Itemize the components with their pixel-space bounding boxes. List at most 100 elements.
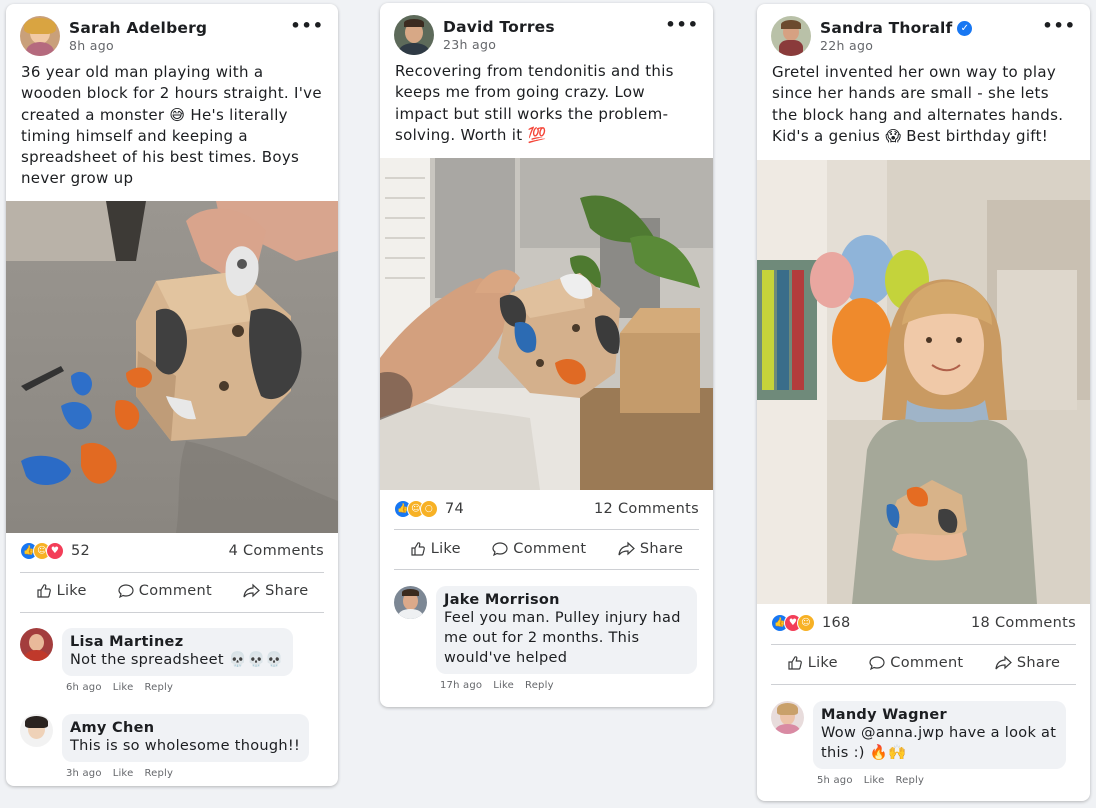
divider: [20, 612, 324, 613]
comment-reply-link[interactable]: Reply: [144, 768, 173, 779]
comment-bubble: Amy Chen This is so wholesome though!!: [62, 714, 310, 762]
commenter-avatar[interactable]: [20, 628, 53, 661]
author-name[interactable]: Sandra Thoralf ✓: [820, 19, 973, 37]
comment-item: Amy Chen This is so wholesome though!! 3…: [20, 714, 324, 779]
comment-like-link[interactable]: Like: [864, 775, 885, 786]
post-card-1: Sarah Adelberg 8h ago ••• 36 year old ma…: [6, 4, 338, 786]
post-text: 36 year old man playing with a wooden bl…: [21, 63, 322, 188]
action-bar: Like Comment Share: [20, 583, 324, 599]
post-card-2: David Torres 23h ago ••• Recovering from…: [380, 3, 713, 707]
post-time[interactable]: 22h ago: [820, 38, 972, 53]
author-avatar[interactable]: [20, 16, 60, 56]
comment-like-link[interactable]: Like: [493, 680, 514, 691]
post-stats: 👍 ☺ ♥ 52 4 Comments: [20, 542, 324, 560]
author-name[interactable]: David Torres: [443, 18, 555, 36]
comment-item: Mandy Wagner Wow @anna.jwp have a look a…: [771, 701, 1076, 786]
comment-button[interactable]: Comment: [492, 541, 586, 557]
comment-bubble: Lisa Martinez Not the spreadsheet 💀💀💀: [62, 628, 293, 676]
thumbs-up-icon: [36, 584, 51, 598]
post-photo[interactable]: [6, 201, 338, 533]
divider: [394, 529, 699, 530]
post-stats: 👍 ♥ ☺ 168 18 Comments: [771, 614, 1076, 632]
author-avatar[interactable]: [394, 15, 434, 55]
comment-time: 5h ago: [817, 775, 853, 786]
share-icon: [618, 541, 635, 556]
comments-count[interactable]: 4 Comments: [229, 543, 324, 559]
post-header: Sandra Thoralf ✓ 22h ago •••: [757, 4, 1090, 58]
comment-icon: [118, 584, 134, 599]
share-icon: [995, 655, 1012, 670]
author-avatar[interactable]: [771, 16, 811, 56]
divider: [771, 644, 1076, 645]
commenter-avatar[interactable]: [771, 701, 804, 734]
post-stats: 👍 ☺ ○ 74 12 Comments: [394, 500, 699, 518]
more-options-icon[interactable]: •••: [290, 16, 324, 35]
reactions-summary[interactable]: 👍 ☺ ○ 74: [394, 500, 464, 518]
comment-like-link[interactable]: Like: [113, 682, 134, 693]
comment-time: 6h ago: [66, 682, 102, 693]
post-photo[interactable]: [380, 158, 713, 490]
comments-count[interactable]: 18 Comments: [971, 615, 1076, 631]
share-button[interactable]: Share: [995, 655, 1060, 671]
post-card-3: Sandra Thoralf ✓ 22h ago ••• Gretel inve…: [757, 4, 1090, 801]
comment-text: Not the spreadsheet 💀💀💀: [70, 652, 284, 668]
share-icon: [243, 583, 260, 598]
wooden-block-photo: [6, 201, 338, 533]
thumbs-up-icon: [411, 542, 425, 556]
divider: [771, 684, 1076, 685]
block-in-hand-photo: [380, 158, 713, 490]
comment-reply-link[interactable]: Reply: [525, 680, 554, 691]
more-options-icon[interactable]: •••: [1042, 16, 1076, 35]
comment-text: This is so wholesome though!!: [70, 738, 301, 754]
comment-reply-link[interactable]: Reply: [895, 775, 924, 786]
action-bar: Like Comment Share: [394, 541, 699, 557]
thumbs-up-icon: [788, 656, 802, 670]
commenter-avatar[interactable]: [394, 586, 427, 619]
comment-text: Wow @anna.jwp have a look at this :) 🔥🙌: [821, 725, 1057, 761]
divider: [394, 569, 699, 570]
share-button[interactable]: Share: [618, 541, 683, 557]
action-bar: Like Comment Share: [771, 655, 1076, 671]
comment-icon: [869, 656, 885, 671]
like-button[interactable]: Like: [410, 541, 461, 557]
commenter-avatar[interactable]: [20, 714, 53, 747]
comment-text: Feel you man. Pulley injury had me out f…: [444, 610, 681, 666]
commenter-name[interactable]: Lisa Martinez: [70, 634, 284, 650]
comment-item: Lisa Martinez Not the spreadsheet 💀💀💀 6h…: [20, 628, 324, 693]
post-time[interactable]: 8h ago: [69, 38, 207, 53]
comments-count[interactable]: 12 Comments: [594, 501, 699, 517]
post-header: Sarah Adelberg 8h ago •••: [6, 4, 338, 58]
comment-reply-link[interactable]: Reply: [144, 682, 173, 693]
author-name[interactable]: Sarah Adelberg: [69, 19, 207, 37]
share-button[interactable]: Share: [243, 583, 308, 599]
like-button[interactable]: Like: [787, 655, 838, 671]
care-reaction-icon: ☺: [797, 614, 815, 632]
comment-bubble: Mandy Wagner Wow @anna.jwp have a look a…: [813, 701, 1066, 769]
wow-reaction-icon: ○: [420, 500, 438, 518]
verified-badge-icon: ✓: [957, 20, 973, 36]
comment-like-link[interactable]: Like: [113, 768, 134, 779]
commenter-name[interactable]: Mandy Wagner: [821, 707, 1057, 723]
divider: [20, 572, 324, 573]
more-options-icon[interactable]: •••: [665, 15, 699, 34]
love-reaction-icon: ♥: [46, 542, 64, 560]
girl-with-block-photo: [757, 160, 1090, 604]
reaction-count: 52: [71, 543, 91, 559]
like-button[interactable]: Like: [36, 583, 87, 599]
post-header: David Torres 23h ago •••: [380, 3, 713, 57]
comment-button[interactable]: Comment: [118, 583, 212, 599]
commenter-name[interactable]: Amy Chen: [70, 720, 300, 736]
reaction-count: 168: [822, 615, 851, 631]
reaction-count: 74: [445, 501, 465, 517]
comment-time: 17h ago: [440, 680, 483, 691]
comment-time: 3h ago: [66, 768, 102, 779]
comment-button[interactable]: Comment: [869, 655, 963, 671]
commenter-name[interactable]: Jake Morrison: [444, 592, 688, 608]
post-photo[interactable]: [757, 160, 1090, 604]
reactions-summary[interactable]: 👍 ♥ ☺ 168: [771, 614, 851, 632]
comment-bubble: Jake Morrison Feel you man. Pulley injur…: [436, 586, 697, 674]
comment-item: Jake Morrison Feel you man. Pulley injur…: [394, 586, 699, 691]
reactions-summary[interactable]: 👍 ☺ ♥ 52: [20, 542, 90, 560]
post-time[interactable]: 23h ago: [443, 37, 555, 52]
post-text: Gretel invented her own way to play sinc…: [772, 63, 1064, 145]
